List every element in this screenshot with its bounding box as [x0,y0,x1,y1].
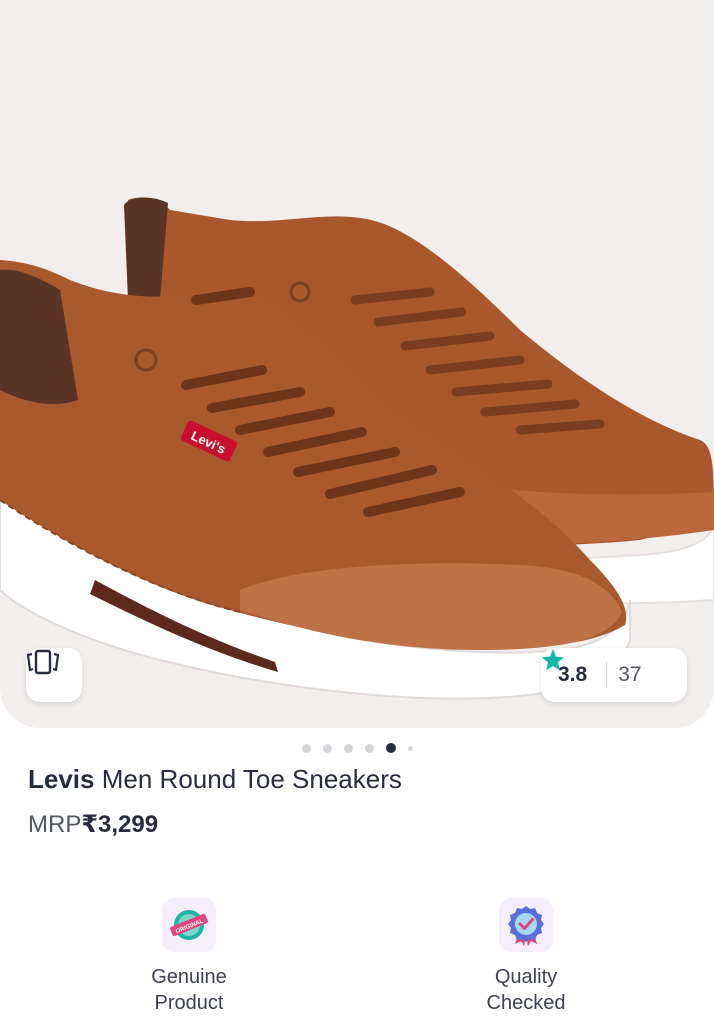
product-image: Levi's [0,197,714,700]
rating-divider [606,662,608,688]
carousel-indicator [0,742,714,754]
original-seal-icon: ORIGINAL [162,898,216,952]
rating-pill[interactable]: 3.8 37 [541,648,687,702]
view-similar-icon [26,649,60,675]
product-title: Levis Men Round Toe Sneakers [28,764,402,795]
product-image-carousel[interactable]: Levi's 3.8 37 [0,0,714,728]
assurance-label-line2: Checked [486,992,566,1014]
product-brand: Levis [28,764,95,794]
product-name: Men Round Toe Sneakers [101,764,402,794]
carousel-dot[interactable] [407,745,413,751]
carousel-dot[interactable] [343,743,353,753]
assurance-label-line1: Genuine [151,966,227,988]
assurance-quality-checked: Quality Checked [426,898,626,1016]
mrp-label: MRP [28,811,82,838]
carousel-dot[interactable] [301,743,311,753]
carousel-dot[interactable] [364,743,374,753]
assurance-label-line2: Product [154,992,224,1014]
mrp-value: ₹3,299 [81,811,159,838]
view-similar-button[interactable] [26,648,82,702]
rating-count: 37 [618,663,642,686]
assurance-label-line1: Quality [494,966,558,988]
carousel-dot[interactable] [322,743,332,753]
quality-badge-icon [499,898,553,952]
assurance-genuine-product: ORIGINAL Genuine Product [89,898,289,1016]
product-price: MRP₹3,299 [28,810,158,839]
carousel-dot-active[interactable] [385,743,396,753]
